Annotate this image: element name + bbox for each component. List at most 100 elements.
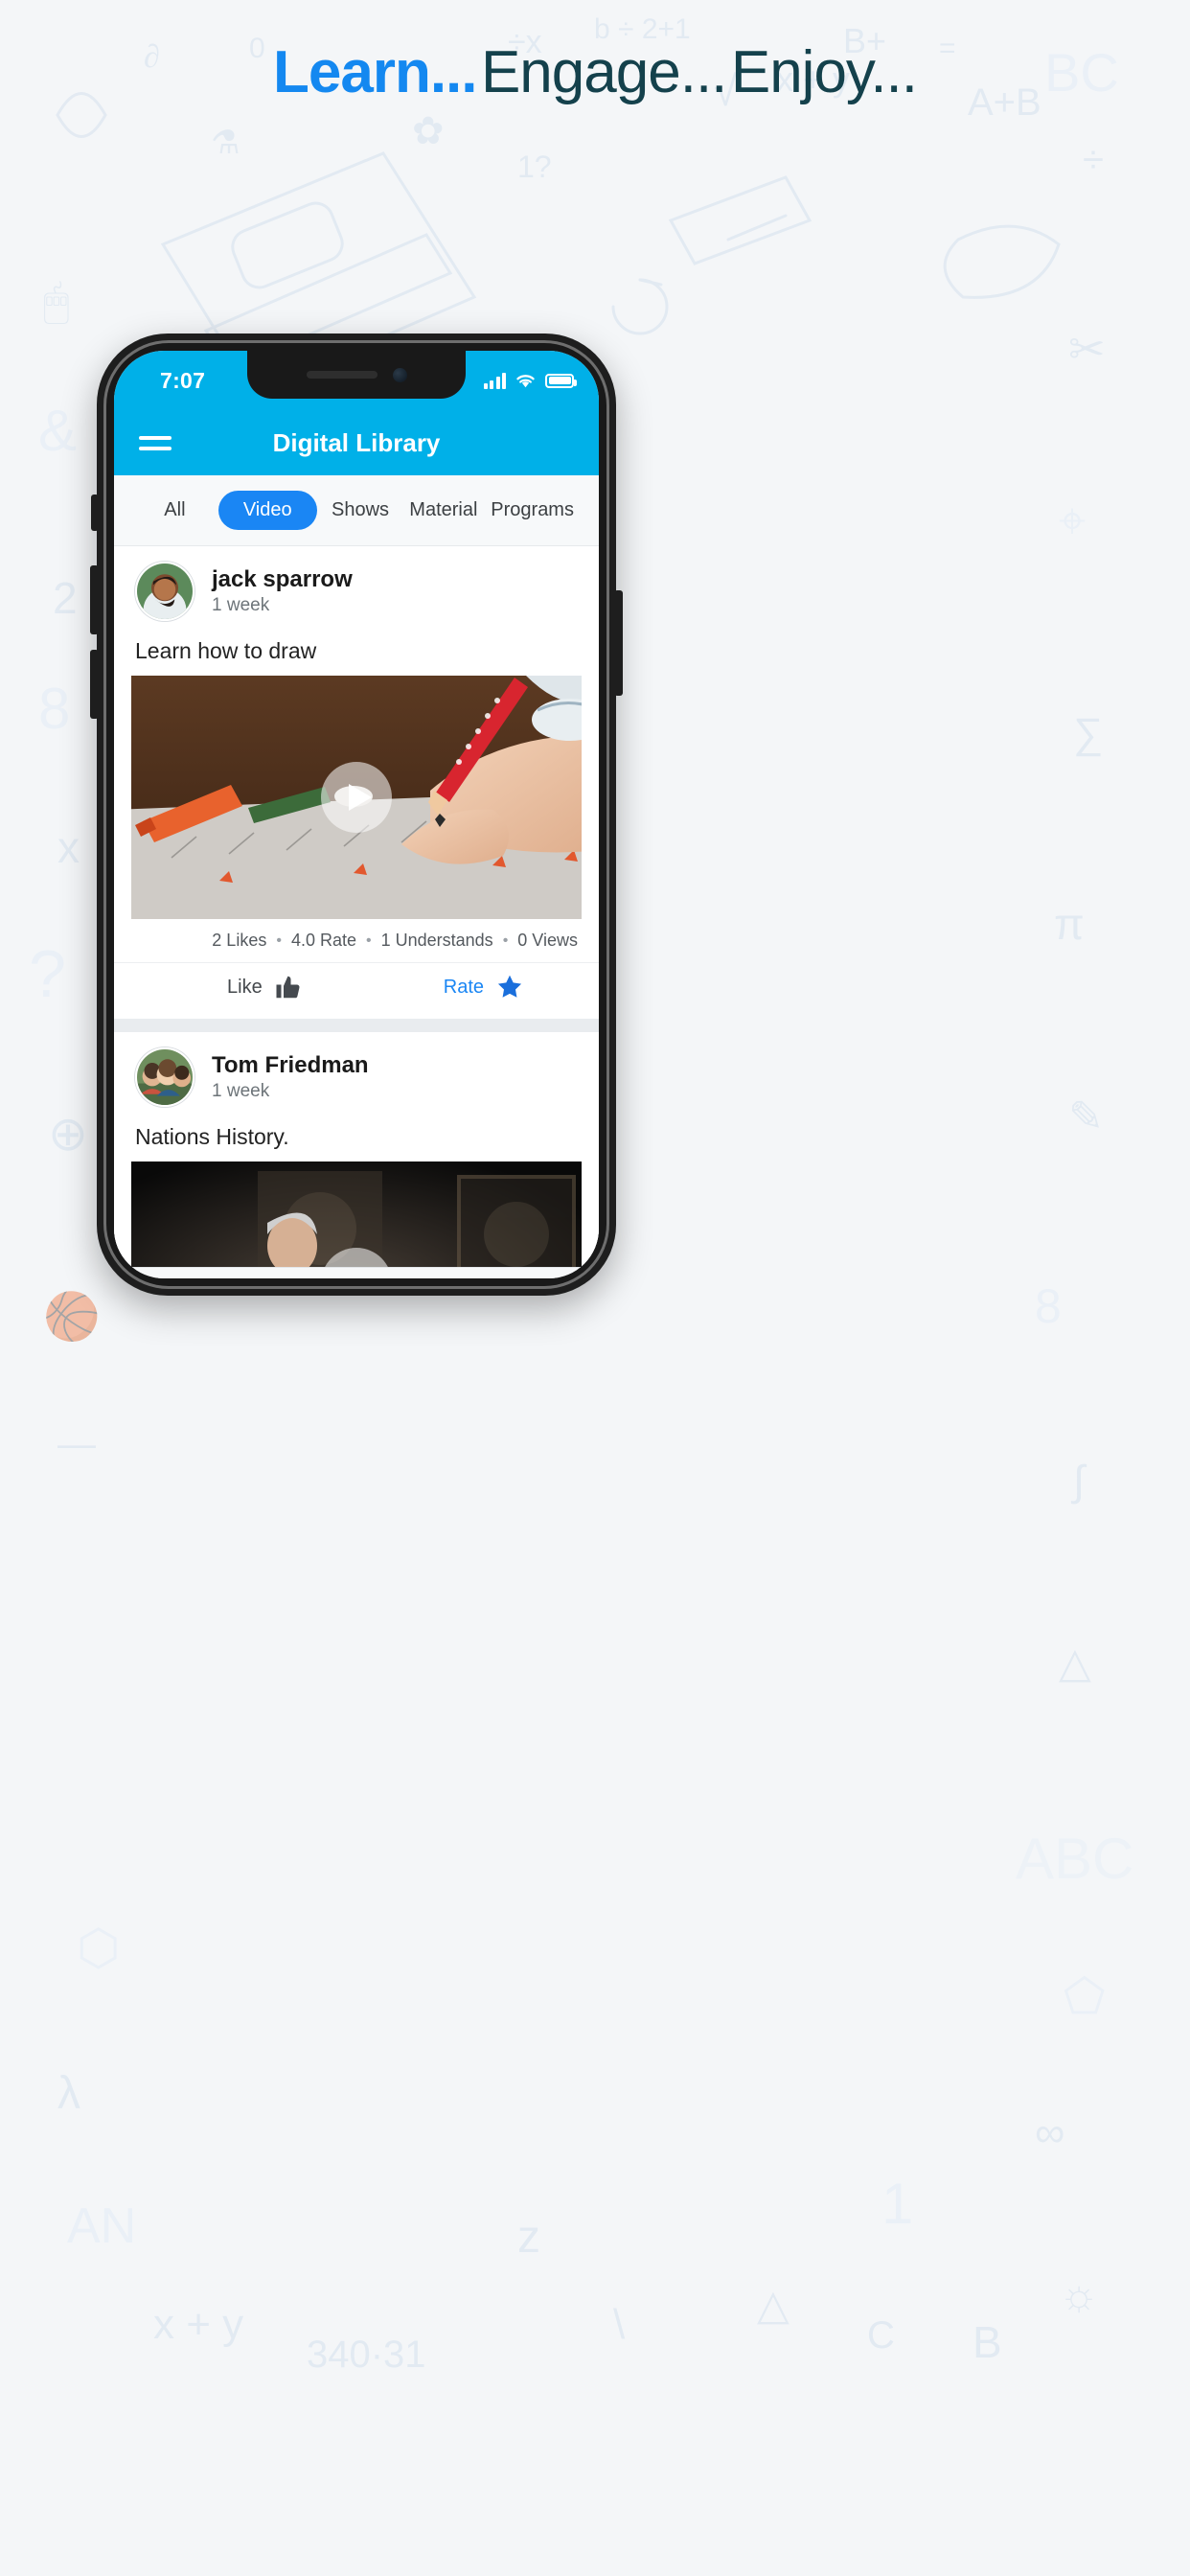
post-username: Tom Friedman bbox=[212, 1051, 369, 1078]
promo-headline: Learn... Engage... Enjoy... bbox=[0, 39, 1190, 105]
svg-text:∑: ∑ bbox=[1073, 710, 1103, 757]
page-title: Digital Library bbox=[272, 427, 441, 457]
cellular-signal-icon bbox=[483, 372, 506, 389]
app-bar: Digital Library bbox=[114, 410, 599, 475]
power-button[interactable] bbox=[614, 590, 623, 696]
rate-label: Rate bbox=[443, 976, 484, 998]
svg-text:⬠: ⬠ bbox=[1064, 1969, 1105, 2023]
page-root: ∂ 0 ÷x b ÷ 2+1 B+ = √ x + y A+B BC ⚗ ✿ 1… bbox=[0, 0, 1190, 2576]
post-user-block: jack sparrow 1 week bbox=[212, 565, 353, 618]
svg-text:B: B bbox=[973, 2317, 1002, 2367]
svg-text:—: — bbox=[57, 1423, 96, 1465]
feed-list[interactable]: jack sparrow 1 week Learn how to draw 2 … bbox=[114, 546, 599, 1267]
post-timestamp: 1 week bbox=[212, 1080, 270, 1101]
svg-text:2: 2 bbox=[53, 573, 78, 623]
post-header: jack sparrow 1 week bbox=[114, 546, 599, 629]
post-video-thumbnail[interactable]: e 19 Age 47 bbox=[131, 1162, 582, 1267]
headline-engage: Engage... bbox=[480, 39, 727, 105]
svg-text:ABC: ABC bbox=[1016, 1827, 1133, 1891]
svg-text:340·31: 340·31 bbox=[307, 2334, 426, 2376]
svg-text:⊕: ⊕ bbox=[48, 1107, 88, 1161]
volume-up-button[interactable] bbox=[90, 565, 99, 634]
phone-mockup: 7:07 Digital Library All Video Shows Mat… bbox=[90, 334, 623, 1296]
bottom-navigation: 11 Mail bbox=[114, 1267, 599, 1278]
tab-video[interactable]: Video bbox=[217, 491, 317, 530]
svg-text:?: ? bbox=[29, 936, 66, 1011]
thumbs-up-icon bbox=[276, 976, 300, 999]
post-user-block: Tom Friedman 1 week bbox=[212, 1051, 369, 1104]
user-avatar-tom-friedman[interactable] bbox=[135, 1047, 195, 1107]
svg-text:\: \ bbox=[613, 2301, 626, 2348]
feed-divider bbox=[114, 1019, 599, 1032]
svg-text:🏀: 🏀 bbox=[43, 1286, 101, 1346]
earpiece-speaker bbox=[306, 371, 378, 379]
svg-text:÷: ÷ bbox=[1083, 139, 1104, 181]
hamburger-menu-icon[interactable] bbox=[139, 435, 172, 450]
rate-button[interactable]: Rate bbox=[444, 973, 524, 1001]
svg-text:☼: ☼ bbox=[1059, 2269, 1099, 2319]
svg-text:C: C bbox=[867, 2314, 895, 2357]
svg-text:△: △ bbox=[757, 2282, 790, 2329]
svg-text:✿: ✿ bbox=[412, 110, 445, 152]
post-username: jack sparrow bbox=[212, 565, 353, 592]
like-label: Like bbox=[227, 976, 263, 998]
status-bar: 7:07 bbox=[114, 351, 599, 410]
volume-down-button[interactable] bbox=[90, 650, 99, 719]
post-card: jack sparrow 1 week Learn how to draw 2 … bbox=[114, 546, 599, 1019]
post-header: Tom Friedman 1 week bbox=[114, 1032, 599, 1115]
svg-text:x + y: x + y bbox=[153, 2301, 243, 2348]
svg-text:z: z bbox=[517, 2212, 540, 2263]
svg-text:∞: ∞ bbox=[1035, 2109, 1064, 2156]
svg-text:AN: AN bbox=[67, 2198, 136, 2254]
post-caption: Nations History. bbox=[135, 1124, 289, 1149]
stat-separator: • bbox=[276, 932, 282, 949]
svg-text:&: & bbox=[38, 399, 77, 463]
svg-text:1?: 1? bbox=[517, 150, 552, 184]
tab-programs[interactable]: Programs bbox=[487, 491, 578, 530]
star-icon bbox=[497, 975, 522, 998]
svg-text:π: π bbox=[1054, 899, 1085, 949]
post-stats: 2 Likes • 4.0 Rate • 1 Understands • 0 V… bbox=[114, 919, 599, 962]
svg-text:x: x bbox=[57, 822, 80, 872]
svg-text:⚗: ⚗ bbox=[211, 125, 240, 161]
front-camera-icon bbox=[392, 367, 407, 382]
stat-likes: 2 Likes bbox=[212, 931, 267, 950]
post-video-thumbnail[interactable] bbox=[131, 676, 582, 919]
svg-text:⌖: ⌖ bbox=[1059, 494, 1086, 547]
tab-material[interactable]: Material bbox=[403, 491, 483, 530]
user-avatar-jack-sparrow[interactable] bbox=[135, 562, 195, 621]
mute-switch-button[interactable] bbox=[91, 494, 99, 531]
svg-text:⬡: ⬡ bbox=[77, 1920, 120, 1976]
svg-text:△: △ bbox=[1059, 1640, 1091, 1687]
wifi-icon bbox=[516, 375, 535, 388]
svg-text:1: 1 bbox=[881, 2172, 913, 2236]
category-tabs: All Video Shows Material Programs bbox=[114, 475, 599, 546]
notch bbox=[247, 351, 466, 399]
post-actions: Like Rate bbox=[114, 962, 599, 1019]
status-icons bbox=[483, 372, 577, 389]
headline-enjoy: Enjoy... bbox=[730, 39, 918, 105]
svg-text:8: 8 bbox=[1035, 1279, 1062, 1333]
stat-understands: 1 Understands bbox=[380, 931, 493, 950]
tab-shows[interactable]: Shows bbox=[321, 491, 400, 530]
phone-screen: 7:07 Digital Library All Video Shows Mat… bbox=[114, 351, 599, 1278]
post-timestamp: 1 week bbox=[212, 594, 270, 615]
svg-text:✎: ✎ bbox=[1068, 1093, 1104, 1140]
stat-views: 0 Views bbox=[517, 931, 578, 950]
svg-text:✂: ✂ bbox=[1068, 324, 1106, 374]
tab-all[interactable]: All bbox=[135, 491, 215, 530]
post-caption: Learn how to draw bbox=[135, 638, 317, 663]
status-time: 7:07 bbox=[160, 367, 206, 393]
battery-icon bbox=[545, 373, 577, 388]
like-button[interactable]: Like bbox=[227, 973, 303, 1001]
headline-learn: Learn... bbox=[272, 39, 478, 105]
play-button-icon[interactable] bbox=[321, 762, 392, 833]
svg-text:∫: ∫ bbox=[1070, 1458, 1087, 1505]
stat-separator: • bbox=[502, 932, 509, 949]
post-card: Tom Friedman 1 week Nations History. bbox=[114, 1032, 599, 1267]
svg-text:🖱: 🖱 bbox=[43, 276, 70, 326]
stat-separator: • bbox=[366, 932, 372, 949]
stat-rate: 4.0 Rate bbox=[290, 931, 356, 950]
svg-text:8: 8 bbox=[38, 677, 70, 741]
svg-text:λ: λ bbox=[57, 2068, 80, 2119]
